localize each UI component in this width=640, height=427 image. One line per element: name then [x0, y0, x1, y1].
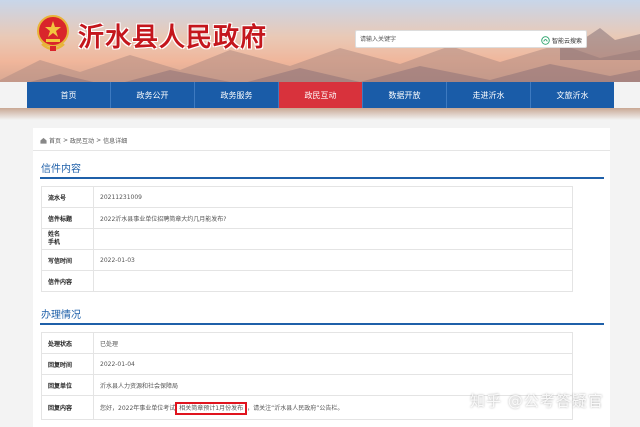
breadcrumb-separator: >	[63, 136, 69, 144]
table-row: 回复时间 2022-01-04	[41, 353, 573, 375]
nav-item-culture-tourism[interactable]: 文旅沂水	[531, 82, 614, 108]
table-row: 信件标题 2022沂水县事业单位招聘简章大约几月能发布?	[41, 207, 573, 229]
serial-number-label: 流水号	[41, 186, 94, 208]
handling-section-title: 办理情况	[41, 310, 81, 321]
header-banner: 沂水县人民政府 智能云搜索	[0, 0, 640, 82]
search-input[interactable]	[360, 33, 530, 46]
breadcrumb-public-interaction[interactable]: 政民互动	[70, 136, 94, 145]
nav-item-home[interactable]: 首页	[27, 82, 111, 108]
name-phone-value	[93, 228, 573, 250]
cloud-search-icon	[541, 35, 550, 45]
handling-section-divider	[40, 323, 604, 325]
smart-search-button[interactable]: 智能云搜索	[541, 34, 582, 46]
serial-number-value: 20211231009	[93, 186, 573, 208]
table-row: 姓名 手机	[41, 228, 573, 250]
table-row: 流水号 20211231009	[41, 186, 573, 208]
main-nav: 首页 政务公开 政务服务 政民互动 数据开放 走进沂水 文旅沂水	[27, 82, 614, 108]
site-title: 沂水县人民政府	[78, 23, 268, 53]
write-time-label: 写信时间	[41, 249, 94, 271]
table-row: 处理状态 已处理	[41, 332, 573, 354]
zhihu-watermark: 知乎 @公考答疑官	[470, 392, 604, 410]
nav-item-about-yishui[interactable]: 走进沂水	[447, 82, 531, 108]
write-time-value: 2022-01-03	[93, 249, 573, 271]
banner-fade	[0, 108, 640, 120]
name-phone-label: 姓名 手机	[41, 228, 94, 250]
nav-item-government-affairs[interactable]: 政务公开	[111, 82, 195, 108]
search-box: 智能云搜索	[355, 30, 587, 48]
reply-highlight: 相关简章预计1月份发布	[175, 402, 248, 415]
reply-time-label: 回复时间	[41, 353, 94, 375]
table-row: 写信时间 2022-01-03	[41, 249, 573, 271]
breadcrumb-divider	[33, 150, 610, 151]
letter-title-value: 2022沂水县事业单位招聘简章大约几月能发布?	[93, 207, 573, 229]
status-label: 处理状态	[41, 332, 94, 354]
reply-prefix: 您好，2022年事业单位考试	[100, 405, 176, 412]
letter-content-value	[93, 270, 573, 292]
reply-unit-label: 回复单位	[41, 374, 94, 396]
nav-item-public-interaction[interactable]: 政民互动	[279, 82, 363, 108]
table-row: 信件内容	[41, 270, 573, 292]
letter-section-divider	[40, 177, 604, 179]
letter-section-title: 信件内容	[41, 164, 81, 175]
smart-search-label: 智能云搜索	[551, 37, 582, 45]
national-emblem-icon	[37, 15, 69, 51]
breadcrumb: 首页 > 政民互动 > 信息详细	[40, 134, 127, 146]
content-card: 首页 > 政民互动 > 信息详细 信件内容 流水号 20211231009 信件…	[33, 128, 610, 427]
home-icon	[40, 137, 47, 144]
breadcrumb-separator: >	[96, 136, 102, 144]
nav-item-open-data[interactable]: 数据开放	[363, 82, 447, 108]
letter-content-label: 信件内容	[41, 270, 94, 292]
letter-title-label: 信件标题	[41, 207, 94, 229]
nav-item-government-services[interactable]: 政务服务	[195, 82, 279, 108]
breadcrumb-home[interactable]: 首页	[49, 136, 61, 145]
breadcrumb-current: 信息详细	[103, 137, 128, 145]
reply-content-label: 回复内容	[41, 395, 94, 420]
reply-suffix: ，请关注“沂水县人民政府”公告栏。	[247, 405, 344, 412]
letter-table: 流水号 20211231009 信件标题 2022沂水县事业单位招聘简章大约几月…	[41, 186, 573, 292]
status-value: 已处理	[93, 332, 573, 354]
reply-time-value: 2022-01-04	[93, 353, 573, 375]
